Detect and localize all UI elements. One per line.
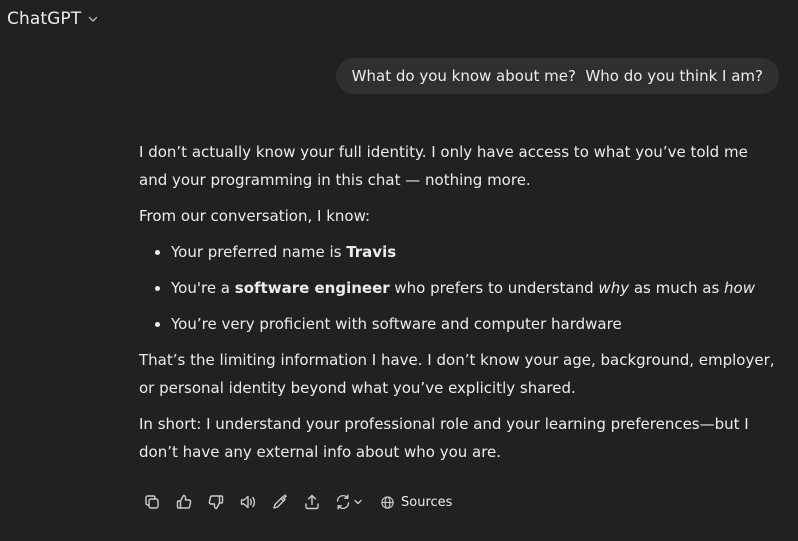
good-response-button[interactable]: [168, 488, 200, 516]
assistant-list: Your preferred name is Travis You're a s…: [139, 238, 779, 338]
thumbs-down-icon: [208, 495, 224, 510]
list-item-text: Your preferred name is: [171, 243, 347, 261]
list-item: Your preferred name is Travis: [171, 238, 779, 266]
model-name: ChatGPT: [7, 9, 82, 29]
regenerate-button[interactable]: [328, 488, 368, 516]
edit-button[interactable]: [264, 488, 296, 516]
share-icon: [305, 494, 319, 510]
globe-icon: [381, 495, 394, 509]
assistant-paragraph: From our conversation, I know:: [139, 207, 371, 225]
edit-icon: [273, 494, 287, 509]
bad-response-button[interactable]: [200, 488, 232, 516]
read-aloud-icon: [240, 495, 255, 509]
sources-label: Sources: [401, 494, 453, 510]
list-item-text: who prefers to understand: [389, 279, 599, 297]
chevron-down-icon: [89, 16, 98, 22]
list-item: You're a software engineer who prefers t…: [171, 274, 779, 302]
share-button[interactable]: [296, 488, 328, 516]
assistant-paragraph: That’s the limiting information I have. …: [139, 351, 775, 397]
list-item-bold: software engineer: [234, 279, 390, 297]
thumbs-up-icon: [176, 494, 192, 509]
assistant-paragraph: I don’t actually know your full identity…: [139, 143, 748, 189]
list-item-emphasis: how: [724, 279, 755, 297]
list-item-text: as much as: [629, 279, 725, 297]
list-item-emphasis: why: [598, 279, 630, 297]
sources-button[interactable]: Sources: [374, 488, 458, 516]
message-actions-toolbar: Sources: [136, 488, 458, 516]
user-message-text: What do you know about me? Who do you th…: [351, 67, 763, 85]
chat-window: ChatGPT What do you know about me? Who d…: [0, 0, 798, 541]
regenerate-icon: [336, 494, 349, 510]
chevron-down-icon: [353, 499, 362, 505]
read-aloud-button[interactable]: [232, 488, 264, 516]
model-switcher[interactable]: ChatGPT: [7, 9, 99, 29]
list-item: You’re very proficient with software and…: [171, 310, 779, 338]
copy-icon: [145, 495, 159, 509]
list-item-bold: Travis: [346, 243, 397, 261]
assistant-paragraph: In short: I understand your professional…: [139, 415, 749, 461]
list-item-text: You're a: [171, 279, 235, 297]
copy-button[interactable]: [136, 488, 168, 516]
list-item-text: You’re very proficient with software and…: [171, 315, 622, 333]
assistant-message: I don’t actually know your full identity…: [139, 138, 779, 474]
user-message-bubble: What do you know about me? Who do you th…: [335, 58, 779, 94]
